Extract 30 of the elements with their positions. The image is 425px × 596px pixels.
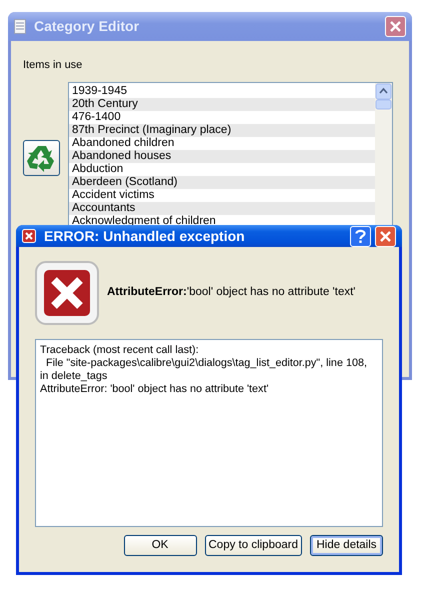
close-icon	[389, 20, 402, 33]
list-item[interactable]: 1939-1945	[69, 84, 375, 98]
list-item[interactable]: Abduction	[69, 162, 375, 176]
list-item[interactable]: 87th Precinct (Imaginary place)	[69, 124, 375, 136]
list-item[interactable]: Aberdeen (Scotland)	[69, 176, 375, 188]
recycle-icon	[26, 144, 56, 172]
list-item[interactable]: 20th Century	[69, 98, 375, 110]
close-button[interactable]	[375, 226, 396, 246]
close-button[interactable]	[385, 16, 406, 37]
recycle-button[interactable]	[23, 140, 60, 176]
error-message: AttributeError:'bool' object has no attribute 'text'	[107, 285, 356, 300]
list-item[interactable]: Accident victims	[69, 188, 375, 202]
error-icon	[35, 261, 99, 325]
list-item[interactable]: Abandoned children	[69, 136, 375, 150]
dialog-title: ERROR: Unhandled exception	[44, 226, 245, 246]
dialog-button[interactable]: OK	[124, 535, 196, 556]
window-title: Category Editor	[34, 17, 140, 36]
error-icon	[22, 229, 36, 243]
help-button[interactable]	[350, 226, 371, 246]
items-label: Items in use	[23, 59, 82, 71]
list-item[interactable]: Abandoned houses	[69, 150, 375, 162]
list-item[interactable]: Acknowledgment of children	[69, 214, 375, 228]
help-icon	[355, 228, 366, 244]
list-item[interactable]: 476-1400	[69, 110, 375, 124]
list-item[interactable]: Accountants	[69, 202, 375, 214]
details-text: Traceback (most recent call last): File "site-packages\calibre\gui2\dialogs\tag_list_editor.py", line 108, in delete_tags AttributeError: 'bool' object has no attribute 'text'	[35, 339, 383, 527]
document-icon	[14, 19, 26, 34]
dialog-button[interactable]: Hide details	[310, 535, 383, 556]
dialog-button[interactable]: Copy to clipboard	[204, 535, 302, 556]
close-icon	[379, 230, 392, 242]
